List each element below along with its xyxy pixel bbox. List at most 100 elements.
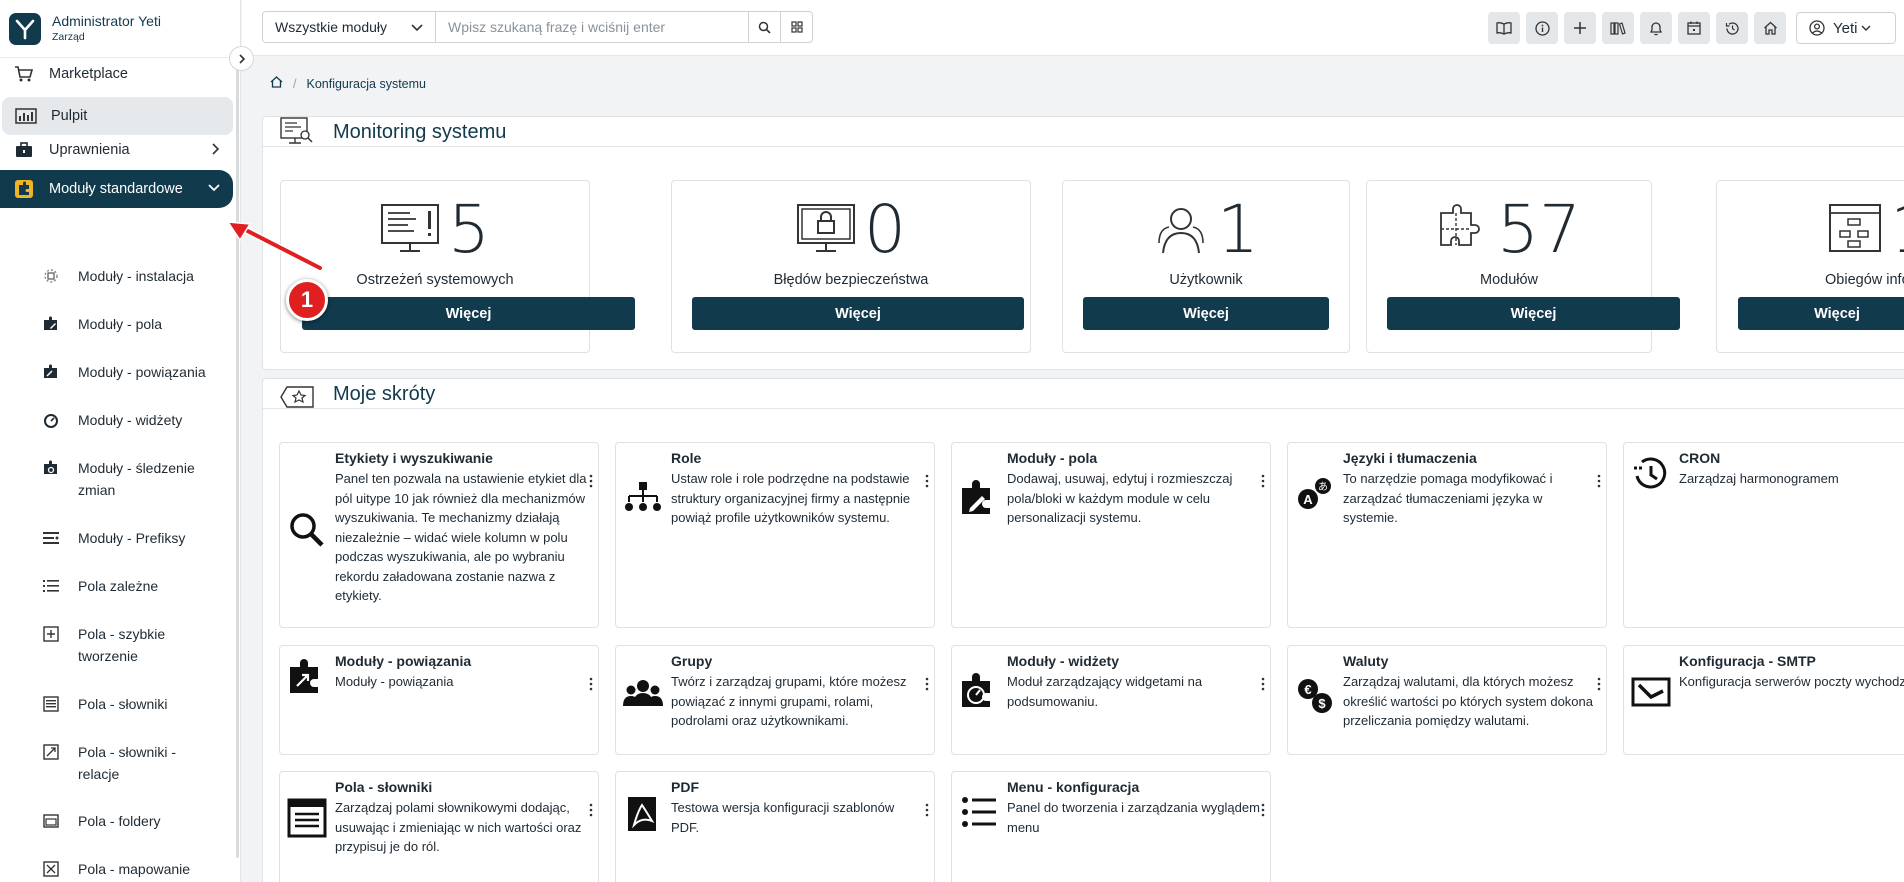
sidebar-subitem-label: Moduły - Prefiksy bbox=[78, 530, 186, 546]
sidebar-subitem-pola-zalezne[interactable]: Pola zależne bbox=[42, 575, 232, 597]
more-button[interactable]: Więcej bbox=[692, 297, 1024, 330]
sidebar-item-label: Pulpit bbox=[51, 108, 88, 124]
sidebar-item-marketplace[interactable]: Marketplace bbox=[0, 55, 233, 93]
shortcut-card[interactable]: PDF Testowa wersja konfiguracji szablonó… bbox=[615, 771, 935, 882]
sidebar-subitem-label: Moduły - instalacja bbox=[78, 268, 194, 284]
home-button[interactable] bbox=[1754, 12, 1786, 44]
shortcut-description: Zarządzaj polami słownikowymi dodając, u… bbox=[335, 800, 582, 854]
home-icon[interactable] bbox=[270, 76, 283, 91]
shortcut-title: Moduły - pola bbox=[1007, 450, 1098, 466]
org-chart-icon bbox=[623, 479, 663, 519]
kebab-menu-icon[interactable] bbox=[1260, 474, 1266, 488]
sidebar-subitem-moduly-widzety[interactable]: Moduły - widżety bbox=[42, 409, 232, 431]
quick-create-button[interactable] bbox=[1564, 12, 1596, 44]
kebab-menu-icon[interactable] bbox=[924, 803, 930, 817]
brand[interactable]: Administrator Yeti Zarząd bbox=[0, 0, 240, 58]
sidebar-subitem-label: Pola zależne bbox=[78, 578, 159, 594]
sidebar-subitem-pola-foldery[interactable]: Pola - foldery bbox=[42, 810, 232, 832]
kebab-menu-icon[interactable] bbox=[924, 474, 930, 488]
kebab-menu-icon[interactable] bbox=[1596, 677, 1602, 691]
install-icon bbox=[42, 265, 60, 287]
sidebar-subitem-moduly-pola[interactable]: Moduły - pola bbox=[42, 313, 232, 335]
shortcut-card[interactable]: Grupy Twórz i zarządzaj grupami, które m… bbox=[615, 645, 935, 755]
menu-list-icon bbox=[959, 792, 999, 832]
sidebar-collapse-button[interactable] bbox=[229, 46, 254, 71]
stat-card-users: 1 Użytkownik Więcej bbox=[1062, 180, 1350, 353]
users-icon bbox=[1153, 203, 1209, 258]
svg-text:$: $ bbox=[1318, 696, 1326, 711]
kebab-menu-icon[interactable] bbox=[1596, 474, 1602, 488]
pdf-icon bbox=[623, 794, 663, 834]
sidebar-item-moduly-standardowe[interactable]: Moduły standardowe bbox=[0, 170, 233, 208]
sidebar-subitem-label: Pola - foldery bbox=[78, 813, 161, 829]
info-button[interactable] bbox=[1526, 12, 1558, 44]
history-button[interactable] bbox=[1716, 12, 1748, 44]
sidebar-subitem-label: Pola - mapowanie bbox=[78, 861, 191, 877]
shortcut-title: Moduły - widżety bbox=[1007, 653, 1119, 669]
module-select[interactable]: Wszystkie moduły bbox=[263, 12, 436, 42]
shortcut-description: Zarządzaj harmonogramem bbox=[1679, 471, 1839, 486]
kebab-menu-icon[interactable] bbox=[588, 677, 594, 691]
quick-create-icon bbox=[42, 623, 60, 645]
more-button[interactable]: Więcej bbox=[1387, 297, 1680, 330]
sidebar-subitem-pola-szybkie-tworzenie[interactable]: Pola - szybkie tworzenie bbox=[42, 623, 232, 667]
notifications-button[interactable] bbox=[1640, 12, 1672, 44]
more-button[interactable]: Więcej bbox=[1738, 297, 1904, 330]
kebab-menu-icon[interactable] bbox=[1260, 677, 1266, 691]
knowledge-base-button[interactable] bbox=[1488, 12, 1520, 44]
language-bubbles-icon: Aあ bbox=[1295, 474, 1335, 514]
shortcut-card[interactable]: € $ Waluty Zarządzaj walutami, dla któryc… bbox=[1287, 645, 1607, 755]
search-input[interactable] bbox=[436, 12, 748, 42]
shortcut-title: Etykiety i wyszukiwanie bbox=[335, 450, 493, 466]
sidebar-item-uprawnienia[interactable]: Uprawnienia bbox=[0, 131, 233, 169]
monitoring-title: Monitoring systemu bbox=[333, 121, 507, 143]
more-button[interactable]: Więcej bbox=[302, 297, 635, 330]
shortcut-card[interactable]: Moduły - pola Dodawaj, usuwaj, edytuj i … bbox=[951, 442, 1271, 628]
plus-icon bbox=[1574, 22, 1586, 34]
group-users-icon bbox=[623, 674, 663, 714]
search-icon bbox=[758, 21, 771, 34]
search-button[interactable] bbox=[748, 12, 780, 42]
shortcut-card[interactable]: Role Ustaw role i role podrzędne na pods… bbox=[615, 442, 935, 628]
sidebar-subitem-pola-slowniki-relacje[interactable]: Pola - słowniki - relacje bbox=[42, 741, 232, 785]
shortcut-title: Konfiguracja - SMTP bbox=[1679, 653, 1816, 669]
shortcut-card[interactable]: Aあ Języki i tłumaczenia To narzędzie pom… bbox=[1287, 442, 1607, 628]
shortcut-card[interactable]: Moduły - powiązania Moduły - powiązania bbox=[279, 645, 599, 755]
module-select-value: Wszystkie moduły bbox=[275, 19, 388, 35]
library-button[interactable] bbox=[1602, 12, 1634, 44]
sidebar-subitem-moduly-powiazania[interactable]: Moduły - powiązania bbox=[42, 361, 232, 383]
shortcut-description: Moduł zarządzający widgetami na podsumow… bbox=[1007, 674, 1203, 709]
shortcut-card[interactable]: CRON Zarządzaj harmonogramem bbox=[1623, 442, 1904, 628]
sidebar-subitem-moduly-sledzenie-zmian[interactable]: Moduły - śledzenie zmian bbox=[42, 457, 232, 501]
sidebar-subitem-pola-mapowanie[interactable]: Pola - mapowanie bbox=[42, 858, 232, 880]
shortcut-card[interactable]: Konfiguracja - SMTP Konfiguracja serweró… bbox=[1623, 645, 1904, 755]
shortcut-card[interactable]: Pola - słowniki Zarządzaj polami słownik… bbox=[279, 771, 599, 882]
shortcut-description: Zarządzaj walutami, dla których możesz o… bbox=[1343, 674, 1593, 728]
dashboard-icon bbox=[15, 107, 37, 125]
shortcut-card[interactable]: Moduły - widżety Moduł zarządzający widg… bbox=[951, 645, 1271, 755]
kebab-menu-icon[interactable] bbox=[588, 474, 594, 488]
calendar-button[interactable] bbox=[1678, 12, 1710, 44]
advanced-search-button[interactable] bbox=[780, 12, 812, 42]
sidebar-subitem-pola-slowniki[interactable]: Pola - słowniki bbox=[42, 693, 232, 715]
breadcrumb-separator: / bbox=[293, 76, 297, 91]
shortcuts-title: Moje skróty bbox=[333, 383, 436, 405]
shortcut-title: CRON bbox=[1679, 450, 1721, 466]
books-icon bbox=[1610, 22, 1626, 35]
sidebar-subitem-moduly-instalacja[interactable]: Moduły - instalacja bbox=[42, 265, 232, 287]
shortcut-card[interactable]: Etykiety i wyszukiwanie Panel ten pozwal… bbox=[279, 442, 599, 628]
shortcut-description: Ustaw role i role podrzędne na podstawie… bbox=[671, 471, 911, 525]
kebab-menu-icon[interactable] bbox=[924, 677, 930, 691]
kebab-menu-icon[interactable] bbox=[1260, 803, 1266, 817]
monitor-icon bbox=[279, 117, 315, 150]
sidebar-subitem-moduly-prefiksy[interactable]: Moduły - Prefiksy bbox=[42, 527, 232, 549]
kebab-menu-icon[interactable] bbox=[588, 803, 594, 817]
shortcut-title: Waluty bbox=[1343, 653, 1389, 669]
sidebar-scrollbar[interactable] bbox=[236, 58, 239, 858]
sidebar-item-pulpit[interactable]: Pulpit bbox=[2, 97, 233, 135]
shortcuts-panel-header: Moje skróty bbox=[263, 379, 1904, 409]
shortcut-card[interactable]: Menu - konfiguracja Panel do tworzenia i… bbox=[951, 771, 1271, 882]
user-menu-button[interactable]: Yeti bbox=[1796, 12, 1896, 44]
user-circle-icon bbox=[1809, 20, 1825, 36]
more-button[interactable]: Więcej bbox=[1083, 297, 1329, 330]
